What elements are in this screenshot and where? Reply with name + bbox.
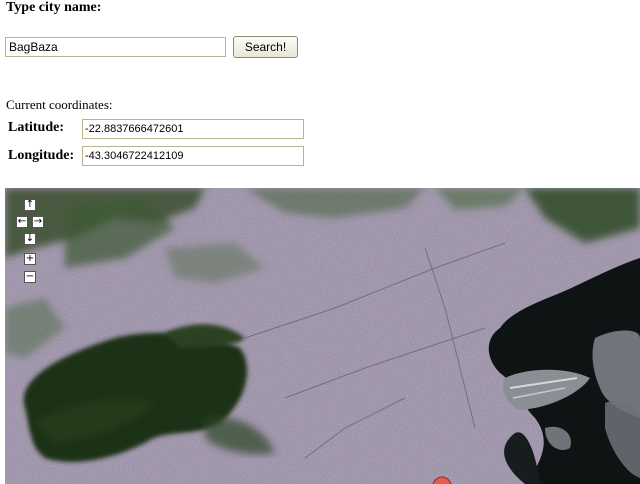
search-button[interactable]: Search! — [233, 36, 298, 58]
zoom-out-icon[interactable]: − — [24, 271, 36, 283]
page: Type city name: Search! Current coordina… — [0, 0, 640, 484]
city-search-input[interactable] — [5, 37, 226, 57]
pan-right-icon[interactable]: → — [32, 216, 44, 228]
satellite-map[interactable]: ↑ ← → ↓ + − — [5, 188, 640, 484]
zoom-in-icon[interactable]: + — [24, 253, 36, 265]
current-coordinates-label: Current coordinates: — [6, 97, 113, 112]
pan-down-icon[interactable]: ↓ — [24, 233, 36, 245]
pan-left-icon[interactable]: ← — [16, 216, 28, 228]
pan-up-icon[interactable]: ↑ — [24, 199, 36, 211]
longitude-label: Longitude: — [8, 148, 75, 163]
city-name-label: Type city name: — [6, 0, 102, 15]
satellite-imagery — [5, 188, 640, 484]
longitude-field[interactable] — [82, 146, 304, 166]
latitude-field[interactable] — [82, 119, 304, 139]
latitude-label: Latitude: — [8, 120, 64, 135]
